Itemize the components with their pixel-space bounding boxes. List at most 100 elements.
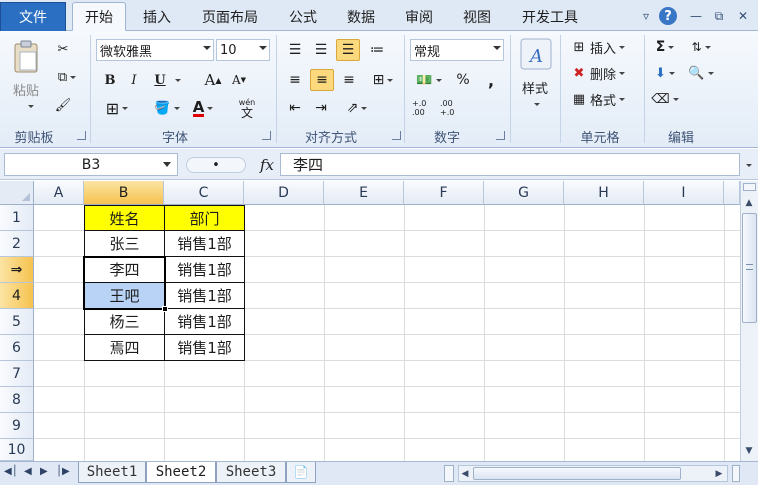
font-color-button[interactable]: A (186, 97, 220, 119)
grow-font-button[interactable]: A ▲ (202, 69, 224, 91)
scroll-right-arrow-icon[interactable]: ▶ (713, 466, 725, 481)
align-bottom-icon[interactable]: ☰ (336, 39, 360, 61)
scroll-up-arrow-icon[interactable]: ▲ (741, 195, 757, 211)
row-header-7[interactable]: 7 (0, 361, 34, 387)
tab-formulas[interactable]: 公式 (278, 2, 328, 31)
phonetic-guide-button[interactable]: wén 文 (232, 95, 262, 121)
column-header-e[interactable]: E (324, 181, 404, 205)
align-left-icon[interactable]: ≡ (284, 69, 306, 91)
increase-indent-icon[interactable]: ⇥ (310, 97, 332, 119)
column-header-d[interactable]: D (244, 181, 324, 205)
sheet-tab-2[interactable]: Sheet2 (146, 462, 216, 483)
paste-clipboard-icon[interactable] (8, 37, 44, 77)
insert-cells-icon[interactable]: ⊞ (568, 37, 590, 57)
align-middle-icon[interactable]: ☰ (310, 39, 332, 61)
column-header-f[interactable]: F (404, 181, 484, 205)
scroll-down-arrow-icon[interactable]: ▼ (741, 443, 757, 459)
decrease-decimal-button[interactable]: .00 +.0 (440, 97, 466, 119)
styles-dropdown-icon[interactable] (528, 99, 542, 109)
paste-dropdown-icon[interactable] (22, 101, 36, 111)
vertical-scroll-thumb[interactable] (742, 213, 757, 323)
minimize-window-icon[interactable]: — (686, 6, 706, 26)
insert-cells-button[interactable]: 插入 (590, 37, 638, 57)
styles-button[interactable]: 样式 (514, 77, 556, 97)
row-header-8[interactable]: 8 (0, 387, 34, 413)
prev-sheet-arrow-icon[interactable]: ◀ (24, 466, 32, 477)
tab-home[interactable]: 开始 (72, 2, 126, 31)
format-painter-icon[interactable]: 🖌 (52, 95, 74, 115)
paste-button[interactable]: 粘贴 (6, 79, 46, 99)
align-right-icon[interactable]: ≡ (338, 69, 360, 91)
formula-input[interactable]: 李四 (280, 153, 740, 176)
scroll-left-arrow-icon[interactable]: ◀ (459, 466, 471, 481)
bold-button[interactable]: B (100, 69, 120, 91)
decrease-indent-icon[interactable]: ⇤ (284, 97, 306, 119)
cell-c3[interactable]: 销售1部 (164, 256, 245, 283)
tab-file[interactable]: 文件 (0, 2, 66, 31)
tab-split-handle[interactable] (444, 465, 454, 482)
last-sheet-arrow-icon[interactable]: │▶ (56, 466, 70, 477)
underline-button[interactable]: U (150, 69, 170, 91)
cell-b3[interactable]: 李四 (84, 256, 165, 283)
row-header-4[interactable]: 4 (0, 283, 34, 309)
formula-bar-resize-handle[interactable]: • (186, 157, 246, 173)
minimize-ribbon-icon[interactable]: ▿ (636, 6, 656, 26)
cell-b4[interactable]: 王吧 (84, 282, 165, 309)
horizontal-scrollbar[interactable]: ◀ ▶ (458, 465, 728, 482)
row-header-9[interactable]: 9 (0, 413, 34, 439)
tab-view[interactable]: 视图 (452, 2, 502, 31)
cell-b6[interactable]: 焉四 (84, 334, 165, 361)
copy-icon[interactable]: ⧉ (52, 67, 82, 87)
accounting-format-icon[interactable]: 💵 (412, 69, 446, 91)
cell-c5[interactable]: 销售1部 (164, 308, 245, 335)
shrink-font-button[interactable]: A ▼ (228, 69, 250, 91)
cell-c4[interactable]: 销售1部 (164, 282, 245, 309)
row-header-2[interactable]: 2 (0, 231, 34, 257)
comma-style-button[interactable]: , (480, 69, 502, 91)
find-select-icon[interactable]: 🔍 (686, 63, 716, 83)
expand-formula-bar-icon[interactable] (742, 157, 756, 173)
font-launcher-icon[interactable] (262, 131, 271, 140)
italic-button[interactable]: I (124, 69, 144, 91)
increase-decimal-button[interactable]: +.0 .00 (412, 97, 438, 119)
first-sheet-arrow-icon[interactable]: ◀│ (4, 466, 18, 477)
insert-function-button[interactable]: fx (256, 153, 278, 176)
merge-center-icon[interactable]: ⊞ (366, 69, 400, 91)
name-box[interactable]: B3 (4, 153, 178, 176)
cut-scissors-icon[interactable]: ✂ (52, 39, 74, 59)
delete-cells-button[interactable]: 删除 (590, 63, 638, 83)
column-header-h[interactable]: H (564, 181, 644, 205)
split-box-vertical[interactable] (743, 183, 756, 191)
font-name-combo[interactable]: 微软雅黑 (96, 39, 214, 61)
number-format-combo[interactable]: 常规 (410, 39, 504, 61)
row-header-1[interactable]: 1 (0, 205, 34, 231)
autosum-button[interactable]: Σ (650, 37, 680, 57)
sheet-tab-1[interactable]: Sheet1 (78, 462, 146, 483)
number-launcher-icon[interactable] (496, 131, 505, 140)
horizontal-scroll-thumb[interactable] (473, 467, 681, 480)
fill-down-icon[interactable]: ⬇ (650, 63, 680, 83)
cell-b2[interactable]: 张三 (84, 230, 165, 257)
close-window-icon[interactable]: ✕ (733, 6, 753, 26)
column-header-g[interactable]: G (484, 181, 564, 205)
alignment-launcher-icon[interactable] (392, 131, 401, 140)
column-header-i[interactable]: I (644, 181, 724, 205)
font-size-combo[interactable]: 10 (216, 39, 270, 61)
format-cells-icon[interactable]: ▦ (568, 89, 590, 109)
clear-eraser-icon[interactable]: ⌫ (650, 89, 680, 109)
tab-page-layout[interactable]: 页面布局 (192, 2, 268, 31)
align-center-icon[interactable]: ≡ (310, 69, 334, 91)
styles-icon[interactable]: A (516, 35, 556, 73)
sort-filter-icon[interactable]: ⇅ (686, 37, 716, 57)
clipboard-launcher-icon[interactable] (77, 131, 86, 140)
percent-style-button[interactable]: % (452, 69, 474, 91)
restore-window-icon[interactable]: ⧉ (709, 6, 729, 26)
tab-insert[interactable]: 插入 (132, 2, 182, 31)
cell-c1[interactable]: 部门 (164, 205, 245, 231)
row-header-6[interactable]: 6 (0, 335, 34, 361)
tab-data[interactable]: 数据 (336, 2, 386, 31)
tab-developer[interactable]: 开发工具 (510, 2, 590, 31)
help-icon[interactable]: ? (659, 7, 677, 25)
orientation-icon[interactable]: ≔ (366, 39, 388, 61)
align-top-icon[interactable]: ☰ (284, 39, 306, 61)
